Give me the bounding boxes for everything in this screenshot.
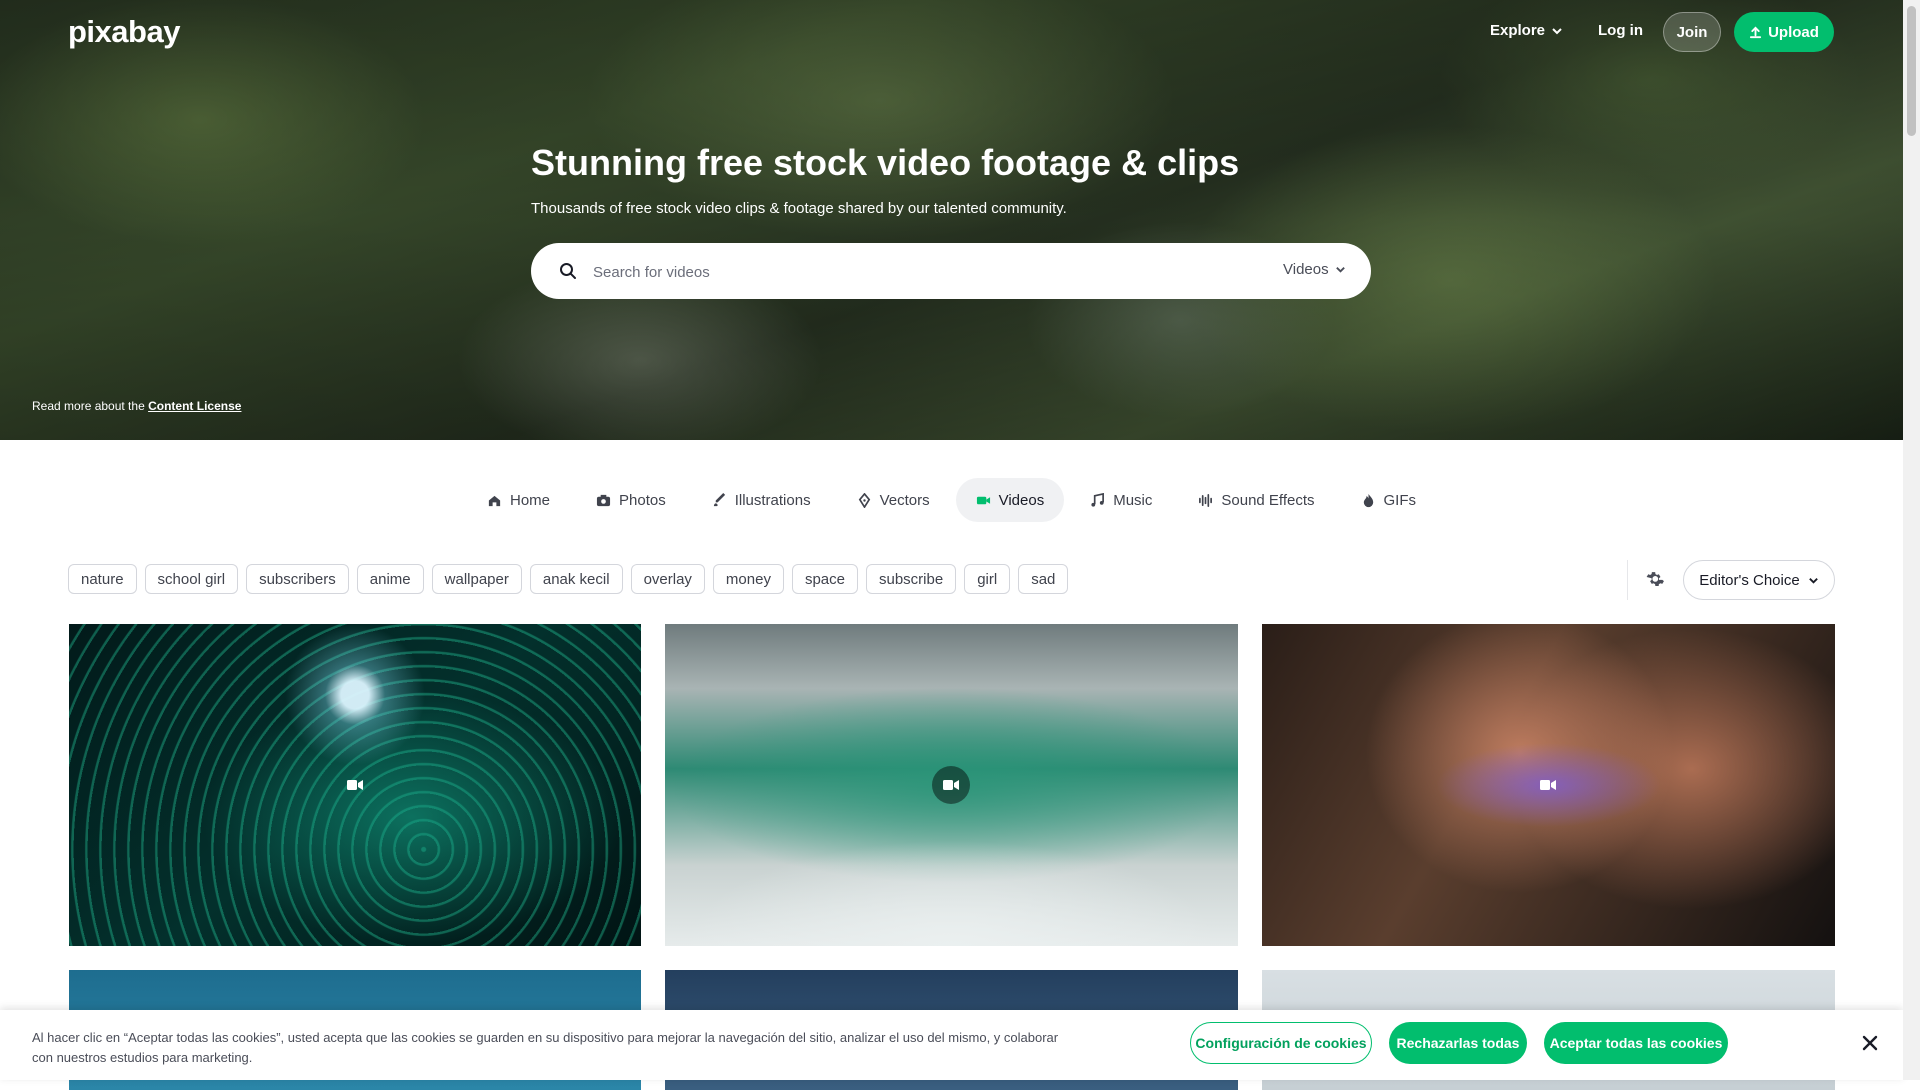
- tag-chip[interactable]: wallpaper: [431, 564, 522, 594]
- tab-sound-effects[interactable]: Sound Effects: [1178, 478, 1334, 522]
- tag-chip[interactable]: subscribers: [246, 564, 349, 594]
- tab-videos[interactable]: Videos: [955, 478, 1065, 522]
- tag-chip[interactable]: subscribe: [865, 564, 957, 594]
- content-license-note: Read more about the Content License: [32, 399, 241, 413]
- music-icon: [1091, 492, 1105, 507]
- tab-vectors[interactable]: Vectors: [837, 478, 950, 522]
- video-icon: [976, 496, 990, 504]
- category-nav: Home Photos Illustrations Vectors Videos…: [0, 478, 1903, 522]
- video-badge: [1529, 766, 1567, 804]
- join-button[interactable]: Join: [1663, 12, 1721, 52]
- content-license-link[interactable]: Content License: [148, 399, 241, 413]
- video-badge: [336, 766, 374, 804]
- toolbar-divider: [1627, 560, 1628, 600]
- waveform-icon: [1199, 493, 1213, 507]
- tab-gifs[interactable]: GIFs: [1341, 478, 1437, 522]
- cookie-banner: Al hacer clic en “Aceptar todas las cook…: [0, 1010, 1903, 1080]
- video-thumbnail[interactable]: [665, 624, 1238, 946]
- tab-label: Videos: [998, 491, 1045, 509]
- home-icon: [488, 495, 501, 506]
- explore-label: Explore: [1490, 22, 1546, 39]
- close-icon[interactable]: [1861, 1034, 1879, 1052]
- upload-button[interactable]: Upload: [1734, 12, 1834, 52]
- pen-icon: [858, 492, 870, 508]
- search-type-select[interactable]: Videos: [1283, 261, 1346, 278]
- tag-chip[interactable]: school girl: [144, 564, 239, 594]
- upload-icon: [1750, 26, 1762, 38]
- reject-all-button[interactable]: Rechazarlas todas: [1389, 1022, 1527, 1064]
- tag-list: nature school girl subscribers anime wal…: [68, 564, 1069, 594]
- page-title: Stunning free stock video footage & clip…: [531, 142, 1240, 183]
- gear-icon[interactable]: [1644, 569, 1666, 591]
- tab-label: Home: [509, 491, 550, 509]
- chevron-down-icon: [1552, 27, 1562, 34]
- search-bar: Videos: [531, 243, 1371, 299]
- license-prefix: Read more about the: [32, 399, 145, 413]
- tab-label: Music: [1113, 491, 1153, 509]
- sort-dropdown[interactable]: Editor's Choice: [1683, 560, 1835, 600]
- video-thumbnail[interactable]: [69, 624, 641, 946]
- tag-chip[interactable]: girl: [964, 564, 1011, 594]
- tab-music[interactable]: Music: [1070, 478, 1172, 522]
- tag-chip[interactable]: sad: [1018, 564, 1069, 594]
- tab-label: Sound Effects: [1221, 491, 1315, 509]
- tab-label: GIFs: [1383, 491, 1417, 509]
- camera-icon: [596, 494, 611, 506]
- sort-label: Editor's Choice: [1699, 571, 1800, 589]
- tab-illustrations[interactable]: Illustrations: [692, 478, 831, 522]
- upload-label: Upload: [1768, 23, 1819, 41]
- hero-banner: [0, 0, 1903, 440]
- tag-chip[interactable]: space: [791, 564, 858, 594]
- video-camera-icon: [943, 780, 959, 790]
- video-camera-icon: [347, 780, 363, 790]
- gif-icon: [1363, 493, 1373, 507]
- tab-label: Photos: [619, 491, 666, 509]
- cookie-message: Al hacer clic en “Aceptar todas las cook…: [32, 1030, 1059, 1065]
- search-icon[interactable]: [559, 262, 577, 280]
- scrollbar-thumb[interactable]: [1907, 6, 1916, 136]
- page-subtitle: Thousands of free stock video clips & fo…: [531, 200, 1067, 217]
- explore-menu[interactable]: Explore: [1490, 22, 1563, 39]
- page-scrollbar[interactable]: [1903, 0, 1920, 1080]
- pixabay-logo[interactable]: pixabay: [68, 14, 180, 50]
- tab-label: Illustrations: [734, 491, 811, 509]
- tag-chip[interactable]: anak kecil: [529, 564, 623, 594]
- tag-chip[interactable]: anime: [356, 564, 424, 594]
- tag-chip[interactable]: nature: [68, 564, 137, 594]
- chevron-down-icon: [1335, 267, 1345, 273]
- tab-home[interactable]: Home: [467, 478, 570, 522]
- search-input[interactable]: [591, 255, 1195, 289]
- tag-chip[interactable]: money: [712, 564, 784, 594]
- video-camera-icon: [1540, 780, 1556, 790]
- tab-label: Vectors: [879, 491, 930, 509]
- login-link[interactable]: Log in: [1598, 22, 1643, 39]
- chevron-down-icon: [1808, 577, 1818, 584]
- brush-icon: [713, 492, 725, 506]
- video-thumbnail[interactable]: [1262, 624, 1835, 946]
- top-nav: pixabay Explore Log in Join Upload: [0, 0, 1903, 64]
- tag-chip[interactable]: overlay: [630, 564, 705, 594]
- video-badge: [932, 766, 970, 804]
- tab-photos[interactable]: Photos: [576, 478, 686, 522]
- accept-all-button[interactable]: Aceptar todas las cookies: [1544, 1022, 1728, 1064]
- cookie-settings-button[interactable]: Configuración de cookies: [1190, 1022, 1372, 1064]
- search-type-label: Videos: [1283, 261, 1329, 278]
